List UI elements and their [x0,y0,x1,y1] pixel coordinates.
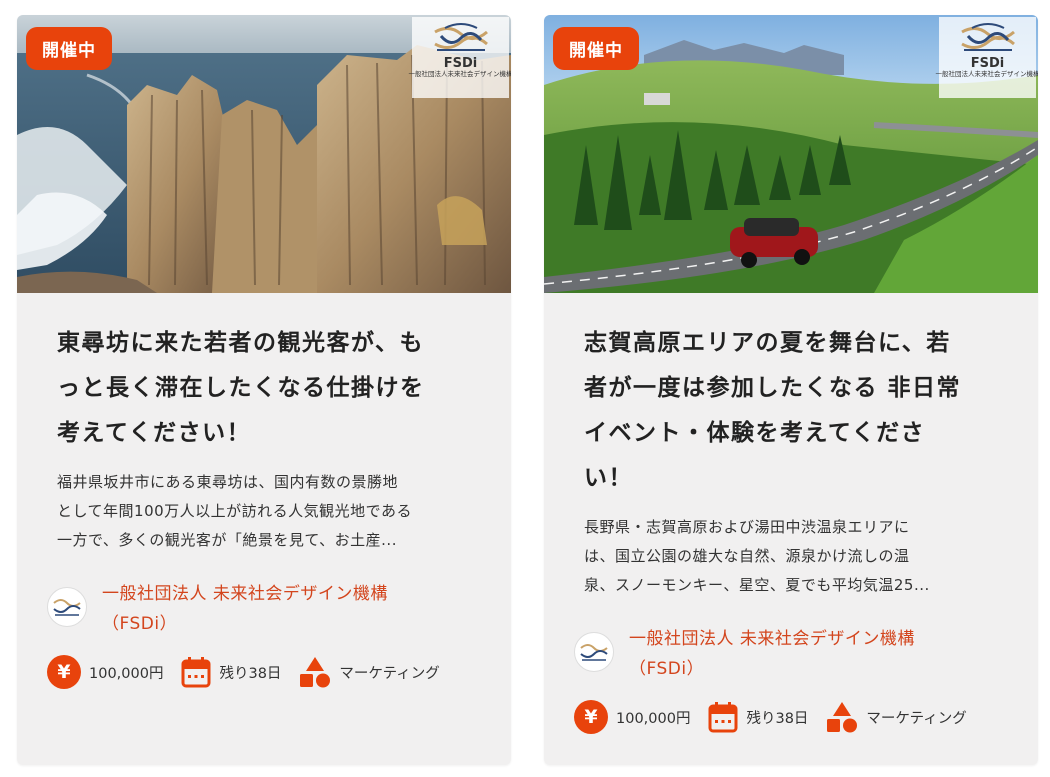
shapes-icon [299,656,331,688]
organizer[interactable]: 一般社団法人 未来社会デザイン機構 （FSDi） [47,579,471,639]
card-description: 長野県・志賀高原および湯田中渋温泉エリアに は、国立公園の雄大な自然、源泉かけ流… [584,513,998,600]
card-description: 福井県坂井市にある東尋坊は、国内有数の景勝地 として年間100万人以上が訪れる人… [57,468,471,555]
logo-title: FSDi [443,56,478,71]
logo-title: FSDi [970,56,1005,71]
yen-circle-icon: ¥ [47,655,81,689]
organizer-name-line: 一般社団法人 未来社会デザイン機構 [629,629,915,649]
description-line: 泉、スノーモンキー、星空、夏でも平均気温25... [584,576,930,594]
card-title-line: い！ [584,465,633,491]
organizer[interactable]: 一般社団法人 未来社会デザイン機構 （FSDi） [574,624,998,684]
description-line: 長野県・志賀高原および湯田中渋温泉エリアに [584,518,910,536]
category-label: マーケティング [339,665,440,682]
knot-logo-icon [53,599,81,616]
organizer-avatar [47,587,87,627]
category: マーケティング [299,656,440,688]
knot-logo-icon [580,644,608,661]
yen-circle-icon: ¥ [574,700,608,734]
status-badge: 開催中 [26,27,112,70]
project-card[interactable]: 開催中 FSDi 一般社団法人未来社会デザイン機構 志賀高原エリアの夏を舞台に、… [544,15,1038,765]
knot-logo-icon [960,23,1015,51]
card-meta: ¥ 100,000円 残り38日 マーケティング [574,700,1038,734]
description-line: は、国立公園の雄大な自然、源泉かけ流しの温 [584,547,910,565]
organizer-logo: FSDi 一般社団法人未来社会デザイン機構 [935,17,1039,98]
deadline: 残り38日 [708,701,808,733]
logo-subtitle: 一般社団法人未来社会デザイン機構 [408,70,512,78]
category-label: マーケティング [866,710,967,727]
card-image[interactable]: 開催中 FSDi 一般社団法人未来社会デザイン機構 [17,15,511,293]
reward: ¥ 100,000円 [574,700,690,734]
organizer-name[interactable]: 一般社団法人 未来社会デザイン機構 （FSDi） [102,579,388,639]
organizer-name[interactable]: 一般社団法人 未来社会デザイン機構 （FSDi） [629,624,915,684]
remaining-days: 残り38日 [219,665,282,682]
reward-amount: 100,000円 [89,665,164,682]
description-line: 一方で、多くの観光客が「絶景を見て、お土産... [57,531,397,549]
description-line: として年間100万人以上が訪れる人気観光地である [57,502,413,520]
deadline: 残り38日 [181,656,281,688]
category: マーケティング [826,701,967,733]
reward-amount: 100,000円 [616,710,691,727]
status-badge: 開催中 [553,27,639,70]
card-title-line: 者が一度は参加したくなる 非日常 [584,375,962,401]
logo-subtitle: 一般社団法人未来社会デザイン機構 [935,70,1039,78]
organizer-avatar [574,632,614,672]
organizer-name-line: 一般社団法人 未来社会デザイン機構 [102,584,388,604]
organizer-name-line: （FSDi） [629,659,705,679]
organizer-logo: FSDi 一般社団法人未来社会デザイン機構 [408,17,512,98]
card-title-line: 考えてください！ [57,420,252,446]
calendar-icon [181,656,211,688]
knot-logo-icon [433,23,488,51]
calendar-icon [708,701,738,733]
card-meta: ¥ 100,000円 残り38日 マーケティング [47,655,511,689]
reward: ¥ 100,000円 [47,655,163,689]
card-title[interactable]: 東尋坊に来た若者の観光客が、も っと長く滞在したくなる仕掛けを 考えてください！ [57,321,471,456]
card-title-line: っと長く滞在したくなる仕掛けを [57,375,425,401]
card-title-line: 東尋坊に来た若者の観光客が、も [57,330,425,356]
card-title-line: 志賀高原エリアの夏を舞台に、若 [584,330,951,356]
remaining-days: 残り38日 [746,710,809,727]
shapes-icon [826,701,858,733]
card-image[interactable]: 開催中 FSDi 一般社団法人未来社会デザイン機構 [544,15,1038,293]
card-title-line: イベント・体験を考えてくださ [584,420,926,446]
card-title[interactable]: 志賀高原エリアの夏を舞台に、若 者が一度は参加したくなる 非日常 イベント・体験… [584,321,998,501]
project-card[interactable]: 開催中 FSDi 一般社団法人未来社会デザイン機構 東尋坊に来た若者の観光客が、… [17,15,511,765]
organizer-name-line: （FSDi） [102,614,178,634]
description-line: 福井県坂井市にある東尋坊は、国内有数の景勝地 [57,473,399,491]
